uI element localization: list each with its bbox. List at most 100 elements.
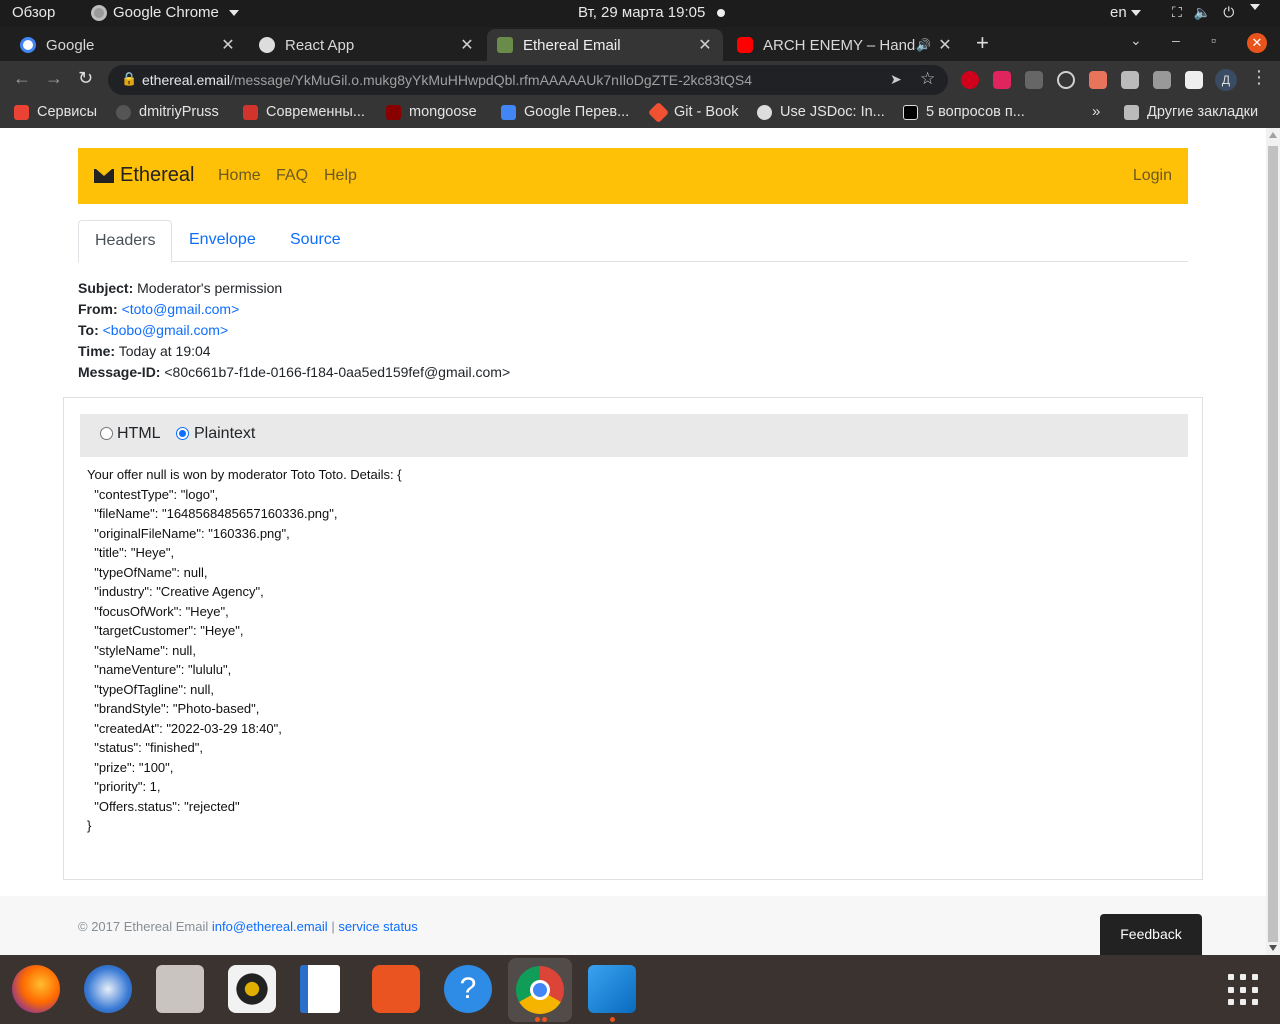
- tab-envelope[interactable]: Envelope: [173, 220, 272, 262]
- subject-label: Subject:: [78, 280, 134, 296]
- ethereal-favicon-icon: [497, 37, 513, 53]
- vscode-icon[interactable]: [588, 965, 636, 1013]
- time-row: Time: Today at 19:04: [78, 341, 510, 362]
- system-menu[interactable]: ⛶ 🔈 ⏻: [1172, 4, 1261, 21]
- react-devtools-icon[interactable]: [1057, 71, 1075, 89]
- tab-search-button[interactable]: ⌄: [1130, 32, 1142, 49]
- scroll-up-icon[interactable]: [1269, 132, 1277, 138]
- speaker-icon[interactable]: 🔊: [916, 38, 931, 52]
- plaintext-line: "brandStyle": "Photo-based",: [87, 701, 260, 716]
- google-translate-icon: [501, 104, 516, 120]
- login-link[interactable]: Login: [1133, 167, 1172, 185]
- forward-button[interactable]: →: [45, 68, 63, 89]
- chrome-icon: [516, 966, 564, 1014]
- close-icon[interactable]: ✕: [218, 35, 238, 55]
- site-brand[interactable]: Ethereal: [94, 164, 195, 187]
- plaintext-line: Your offer null is won by moderator Toto…: [87, 467, 402, 482]
- from-link[interactable]: <toto@gmail.com>: [122, 301, 240, 317]
- clock[interactable]: Вт, 29 марта 19:05: [578, 4, 705, 21]
- html-radio-label[interactable]: HTML: [117, 425, 161, 443]
- chrome-dock-slot[interactable]: [508, 958, 572, 1022]
- site-footer: © 2017 Ethereal Email info@ethereal.emai…: [0, 896, 1266, 955]
- other-bookmarks-folder[interactable]: Другие закладки: [1124, 104, 1258, 120]
- bookmark-item[interactable]: dmitriyPruss: [116, 104, 219, 120]
- tab-title: Ethereal Email: [523, 36, 621, 54]
- feedback-button[interactable]: Feedback: [1100, 914, 1202, 955]
- files-icon[interactable]: [156, 965, 204, 1013]
- globe-icon: [259, 37, 275, 53]
- reading-list-icon[interactable]: [1185, 71, 1203, 89]
- plaintext-radio-label[interactable]: Plaintext: [194, 425, 255, 443]
- message-id-label: Message-ID:: [78, 364, 161, 380]
- bookmark-item[interactable]: Google Перев...: [501, 104, 629, 120]
- bookmark-item[interactable]: 5 вопросов п...: [903, 104, 1025, 120]
- minimize-button[interactable]: –: [1172, 32, 1180, 48]
- bookmark-item[interactable]: Use JSDoc: In...: [757, 104, 885, 120]
- message-tabs: Headers Envelope Source: [78, 220, 1188, 263]
- tab-ethereal-email[interactable]: Ethereal Email ✕: [487, 29, 723, 61]
- github-icon: [116, 104, 131, 120]
- html-radio[interactable]: [100, 427, 113, 440]
- profile-avatar[interactable]: Д: [1215, 69, 1237, 91]
- tab-arch-enemy[interactable]: ARCH ENEMY – Handsh 🔊 ✕: [727, 29, 963, 61]
- grid-dot-icon: [1240, 974, 1246, 980]
- scrollbar-thumb[interactable]: [1268, 146, 1278, 942]
- puzzle-icon[interactable]: [1121, 71, 1139, 89]
- show-applications-button[interactable]: [1228, 974, 1260, 1006]
- scroll-down-icon[interactable]: [1269, 945, 1277, 951]
- address-bar[interactable]: 🔒 ethereal.email/message/YkMuGil.o.mukg8…: [108, 65, 948, 95]
- to-label: To:: [78, 322, 99, 338]
- nav-faq-link[interactable]: FAQ: [276, 167, 308, 185]
- writer-icon[interactable]: [300, 965, 340, 1013]
- share-icon[interactable]: ➤: [890, 71, 902, 88]
- close-icon[interactable]: ✕: [457, 35, 477, 55]
- plaintext-radio[interactable]: [176, 427, 189, 440]
- bookmark-item[interactable]: Современны...: [243, 104, 365, 120]
- bookmark-star-icon[interactable]: ☆: [920, 69, 935, 89]
- bookmark-item[interactable]: Git - Book: [647, 101, 738, 123]
- software-icon[interactable]: [372, 965, 420, 1013]
- new-tab-button[interactable]: +: [976, 30, 989, 56]
- thunderbird-icon[interactable]: [84, 965, 132, 1013]
- envelope-icon: [94, 168, 114, 183]
- back-button[interactable]: ←: [13, 68, 31, 89]
- service-status-link[interactable]: service status: [338, 919, 417, 934]
- app-menu-button[interactable]: Google Chrome: [91, 4, 239, 21]
- extension-icon[interactable]: [993, 71, 1011, 89]
- more-bookmarks-button[interactable]: »: [1092, 103, 1100, 120]
- tab-google[interactable]: Google ✕: [10, 29, 246, 61]
- language-switcher[interactable]: en: [1110, 4, 1141, 21]
- rhythmbox-icon[interactable]: [228, 965, 276, 1013]
- page-scrollbar[interactable]: [1266, 128, 1280, 955]
- activities-button[interactable]: Обзор: [12, 4, 55, 21]
- reload-button[interactable]: ↻: [78, 68, 93, 89]
- footer-email-link[interactable]: info@ethereal.email: [212, 919, 328, 934]
- bookmark-favicon-icon: [243, 104, 258, 120]
- tab-source[interactable]: Source: [274, 220, 357, 262]
- adblock-icon[interactable]: [961, 71, 979, 89]
- help-icon[interactable]: ?: [444, 965, 492, 1013]
- bookmark-label: Use JSDoc: In...: [780, 104, 885, 120]
- close-icon[interactable]: ✕: [695, 35, 715, 55]
- tab-headers[interactable]: Headers: [78, 220, 173, 263]
- close-icon[interactable]: ✕: [935, 35, 955, 55]
- media-control-icon[interactable]: [1153, 71, 1171, 89]
- bookmark-item[interactable]: mongoose: [386, 104, 477, 120]
- bookmark-label: Google Перев...: [524, 104, 630, 120]
- to-link[interactable]: <bobo@gmail.com>: [103, 322, 229, 338]
- nav-home-link[interactable]: Home: [218, 167, 261, 185]
- tab-react-app[interactable]: React App ✕: [249, 29, 485, 61]
- maximize-button[interactable]: ▫: [1211, 32, 1216, 48]
- bookmark-label: 5 вопросов п...: [926, 104, 1025, 120]
- plaintext-line: "Offers.status": "rejected": [87, 798, 240, 814]
- network-icon: ⛶: [1172, 4, 1182, 20]
- bookmark-item[interactable]: Сервисы: [14, 104, 97, 120]
- nav-help-link[interactable]: Help: [324, 167, 357, 185]
- window-close-button[interactable]: ✕: [1247, 33, 1267, 53]
- extension-icon[interactable]: [1089, 71, 1107, 89]
- firefox-icon[interactable]: [12, 965, 60, 1013]
- extension-icon[interactable]: [1025, 71, 1043, 89]
- url-host: ethereal.email: [142, 72, 230, 88]
- kebab-menu-icon[interactable]: ⋮: [1250, 67, 1268, 88]
- apps-grid-icon: [14, 104, 29, 120]
